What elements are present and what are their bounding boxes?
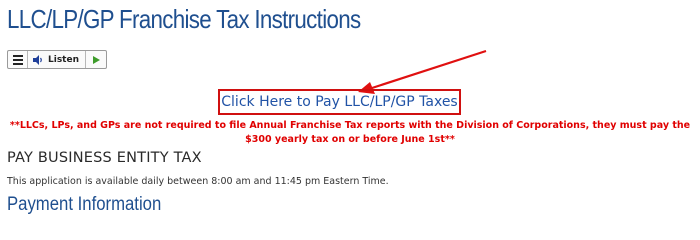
availability-text: This application is available daily betw… bbox=[7, 176, 389, 187]
section-heading: PAY BUSINESS ENTITY TAX bbox=[7, 150, 202, 166]
tax-notice: **LLCs, LPs, and GPs are not required to… bbox=[9, 120, 691, 145]
pay-taxes-link[interactable]: Click Here to Pay LLC/LP/GP Taxes bbox=[218, 89, 461, 115]
payment-information-heading: Payment Information bbox=[7, 194, 162, 215]
